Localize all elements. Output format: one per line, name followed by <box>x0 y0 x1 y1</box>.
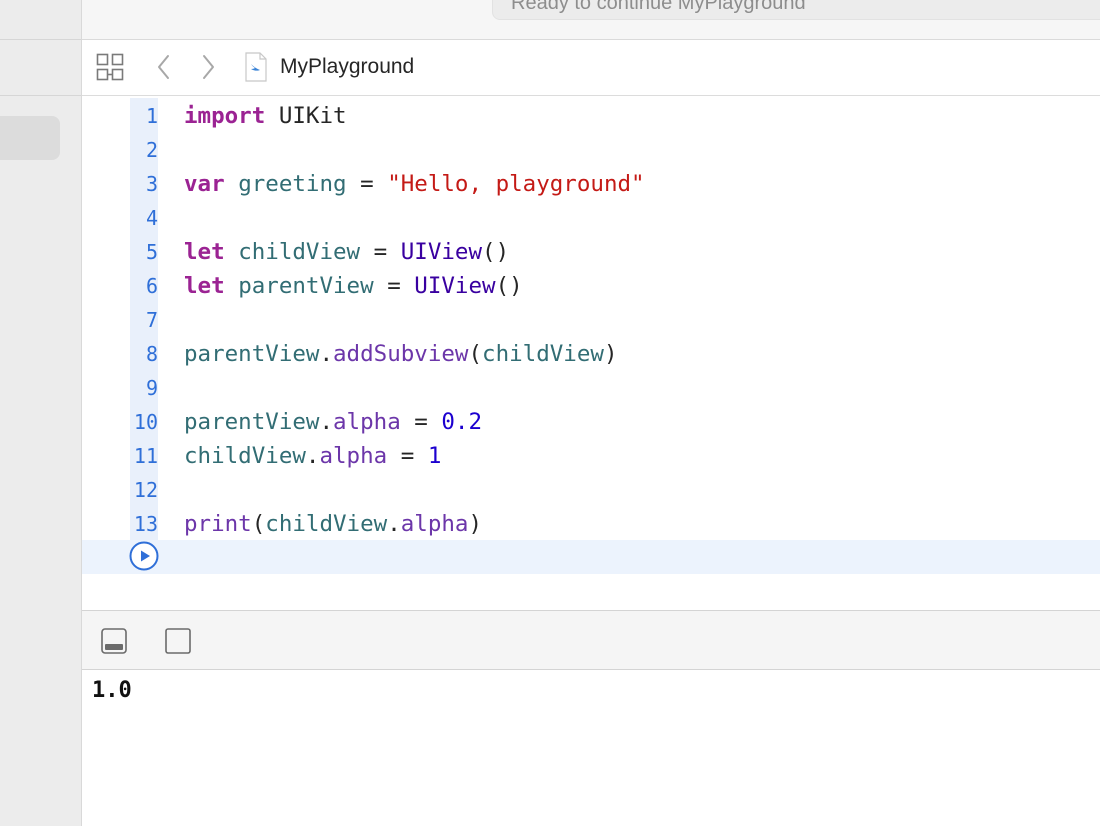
code-keyword: let <box>184 273 225 299</box>
code-punct: . <box>319 341 334 367</box>
chevron-left-icon[interactable] <box>152 52 176 82</box>
code-operator: = <box>360 239 401 265</box>
code-number: 1 <box>427 443 442 469</box>
code-string: "Hello, playground" <box>387 171 645 197</box>
code-line[interactable]: 6 let parentView = UIView() <box>82 269 1100 303</box>
code-operator: = <box>346 171 388 197</box>
code-punct: () <box>482 239 510 265</box>
line-number: 10 <box>133 410 158 434</box>
line-number: 9 <box>145 376 158 400</box>
sidebar-selected-item[interactable] <box>0 116 60 160</box>
activity-status: Ready to continue MyPlayground <box>492 0 1100 20</box>
code-line[interactable]: 4 <box>82 201 1100 235</box>
code-line[interactable]: 5 let childView = UIView() <box>82 235 1100 269</box>
code-line[interactable]: 3 var greeting = "Hello, playground" <box>82 167 1100 201</box>
line-number: 8 <box>145 342 158 366</box>
code-punct: () <box>495 273 523 299</box>
code-punct: ) <box>468 511 483 537</box>
code-punct: ) <box>603 341 618 367</box>
code-punct: ( <box>468 341 483 367</box>
code-identifier: childView <box>184 443 306 469</box>
play-circle-icon[interactable] <box>129 541 159 571</box>
line-number: 4 <box>145 206 158 230</box>
code-operator: = <box>387 443 428 469</box>
current-line-highlight[interactable] <box>82 540 1100 574</box>
code-keyword: var <box>184 171 225 197</box>
code-operator: = <box>400 409 442 435</box>
code-punct: . <box>305 443 320 469</box>
code-identifier: childView <box>238 239 361 265</box>
line-number: 5 <box>145 240 158 264</box>
code-line[interactable]: 8 parentView.addSubview(childView) <box>82 337 1100 371</box>
code-keyword: import <box>184 103 266 129</box>
code-line[interactable]: 9 <box>82 371 1100 405</box>
code-line[interactable]: 10 parentView.alpha = 0.2 <box>82 405 1100 439</box>
code-property: alpha <box>319 443 388 469</box>
code-line[interactable]: 1 import UIKit <box>82 99 1100 133</box>
code-identifier: childView <box>265 511 388 537</box>
swift-file-icon <box>242 52 270 82</box>
sidebar-divider <box>0 39 81 40</box>
code-identifier: childView <box>482 341 604 367</box>
line-number: 3 <box>145 172 158 196</box>
code-type: UIView <box>414 273 496 299</box>
code-line[interactable]: 12 <box>82 473 1100 507</box>
related-items-grid-icon[interactable] <box>96 52 124 82</box>
code-line[interactable]: 13 print(childView.alpha) <box>82 507 1100 541</box>
code-punct: . <box>387 511 401 537</box>
code-type: UIView <box>400 239 483 265</box>
hide-debug-area-icon[interactable] <box>100 627 128 655</box>
sidebar-divider <box>0 95 81 96</box>
source-editor[interactable]: 1 import UIKit 2 3 var greeting = "Hello… <box>82 96 1100 610</box>
file-breadcrumb[interactable]: MyPlayground <box>280 54 414 80</box>
navigator-sidebar <box>0 0 82 826</box>
line-number: 2 <box>145 138 158 162</box>
code-line[interactable]: 11 childView.alpha = 1 <box>82 439 1100 473</box>
code-identifier: parentView <box>238 273 374 299</box>
chevron-right-icon[interactable] <box>196 52 220 82</box>
code-text: UIKit <box>265 103 347 129</box>
code-function: print <box>184 511 252 537</box>
code-operator: = <box>373 273 415 299</box>
console-output-area[interactable]: 1.0 <box>82 670 1100 826</box>
debug-bar <box>82 610 1100 670</box>
jump-bar: MyPlayground <box>82 40 1100 96</box>
line-number: 12 <box>133 478 158 502</box>
code-method: addSubview <box>333 341 469 367</box>
code-property: alpha <box>400 511 469 537</box>
code-identifier: parentView <box>184 341 320 367</box>
line-number: 7 <box>145 308 158 332</box>
code-identifier: parentView <box>184 409 320 435</box>
code-keyword: let <box>184 239 225 265</box>
line-number: 1 <box>145 104 158 128</box>
code-property: alpha <box>333 409 401 435</box>
code-punct: . <box>319 409 334 435</box>
line-number: 6 <box>145 274 158 298</box>
console-toggle-icon[interactable] <box>164 627 192 655</box>
line-number: 13 <box>133 512 158 536</box>
code-identifier: greeting <box>238 171 347 197</box>
code-number: 0.2 <box>441 409 483 435</box>
code-line[interactable]: 7 <box>82 303 1100 337</box>
code-line[interactable]: 2 <box>82 133 1100 167</box>
window-toolbar: Ready to continue MyPlayground <box>82 0 1100 40</box>
line-number: 11 <box>133 444 158 468</box>
console-output-text: 1.0 <box>92 678 132 703</box>
code-punct: ( <box>251 511 266 537</box>
